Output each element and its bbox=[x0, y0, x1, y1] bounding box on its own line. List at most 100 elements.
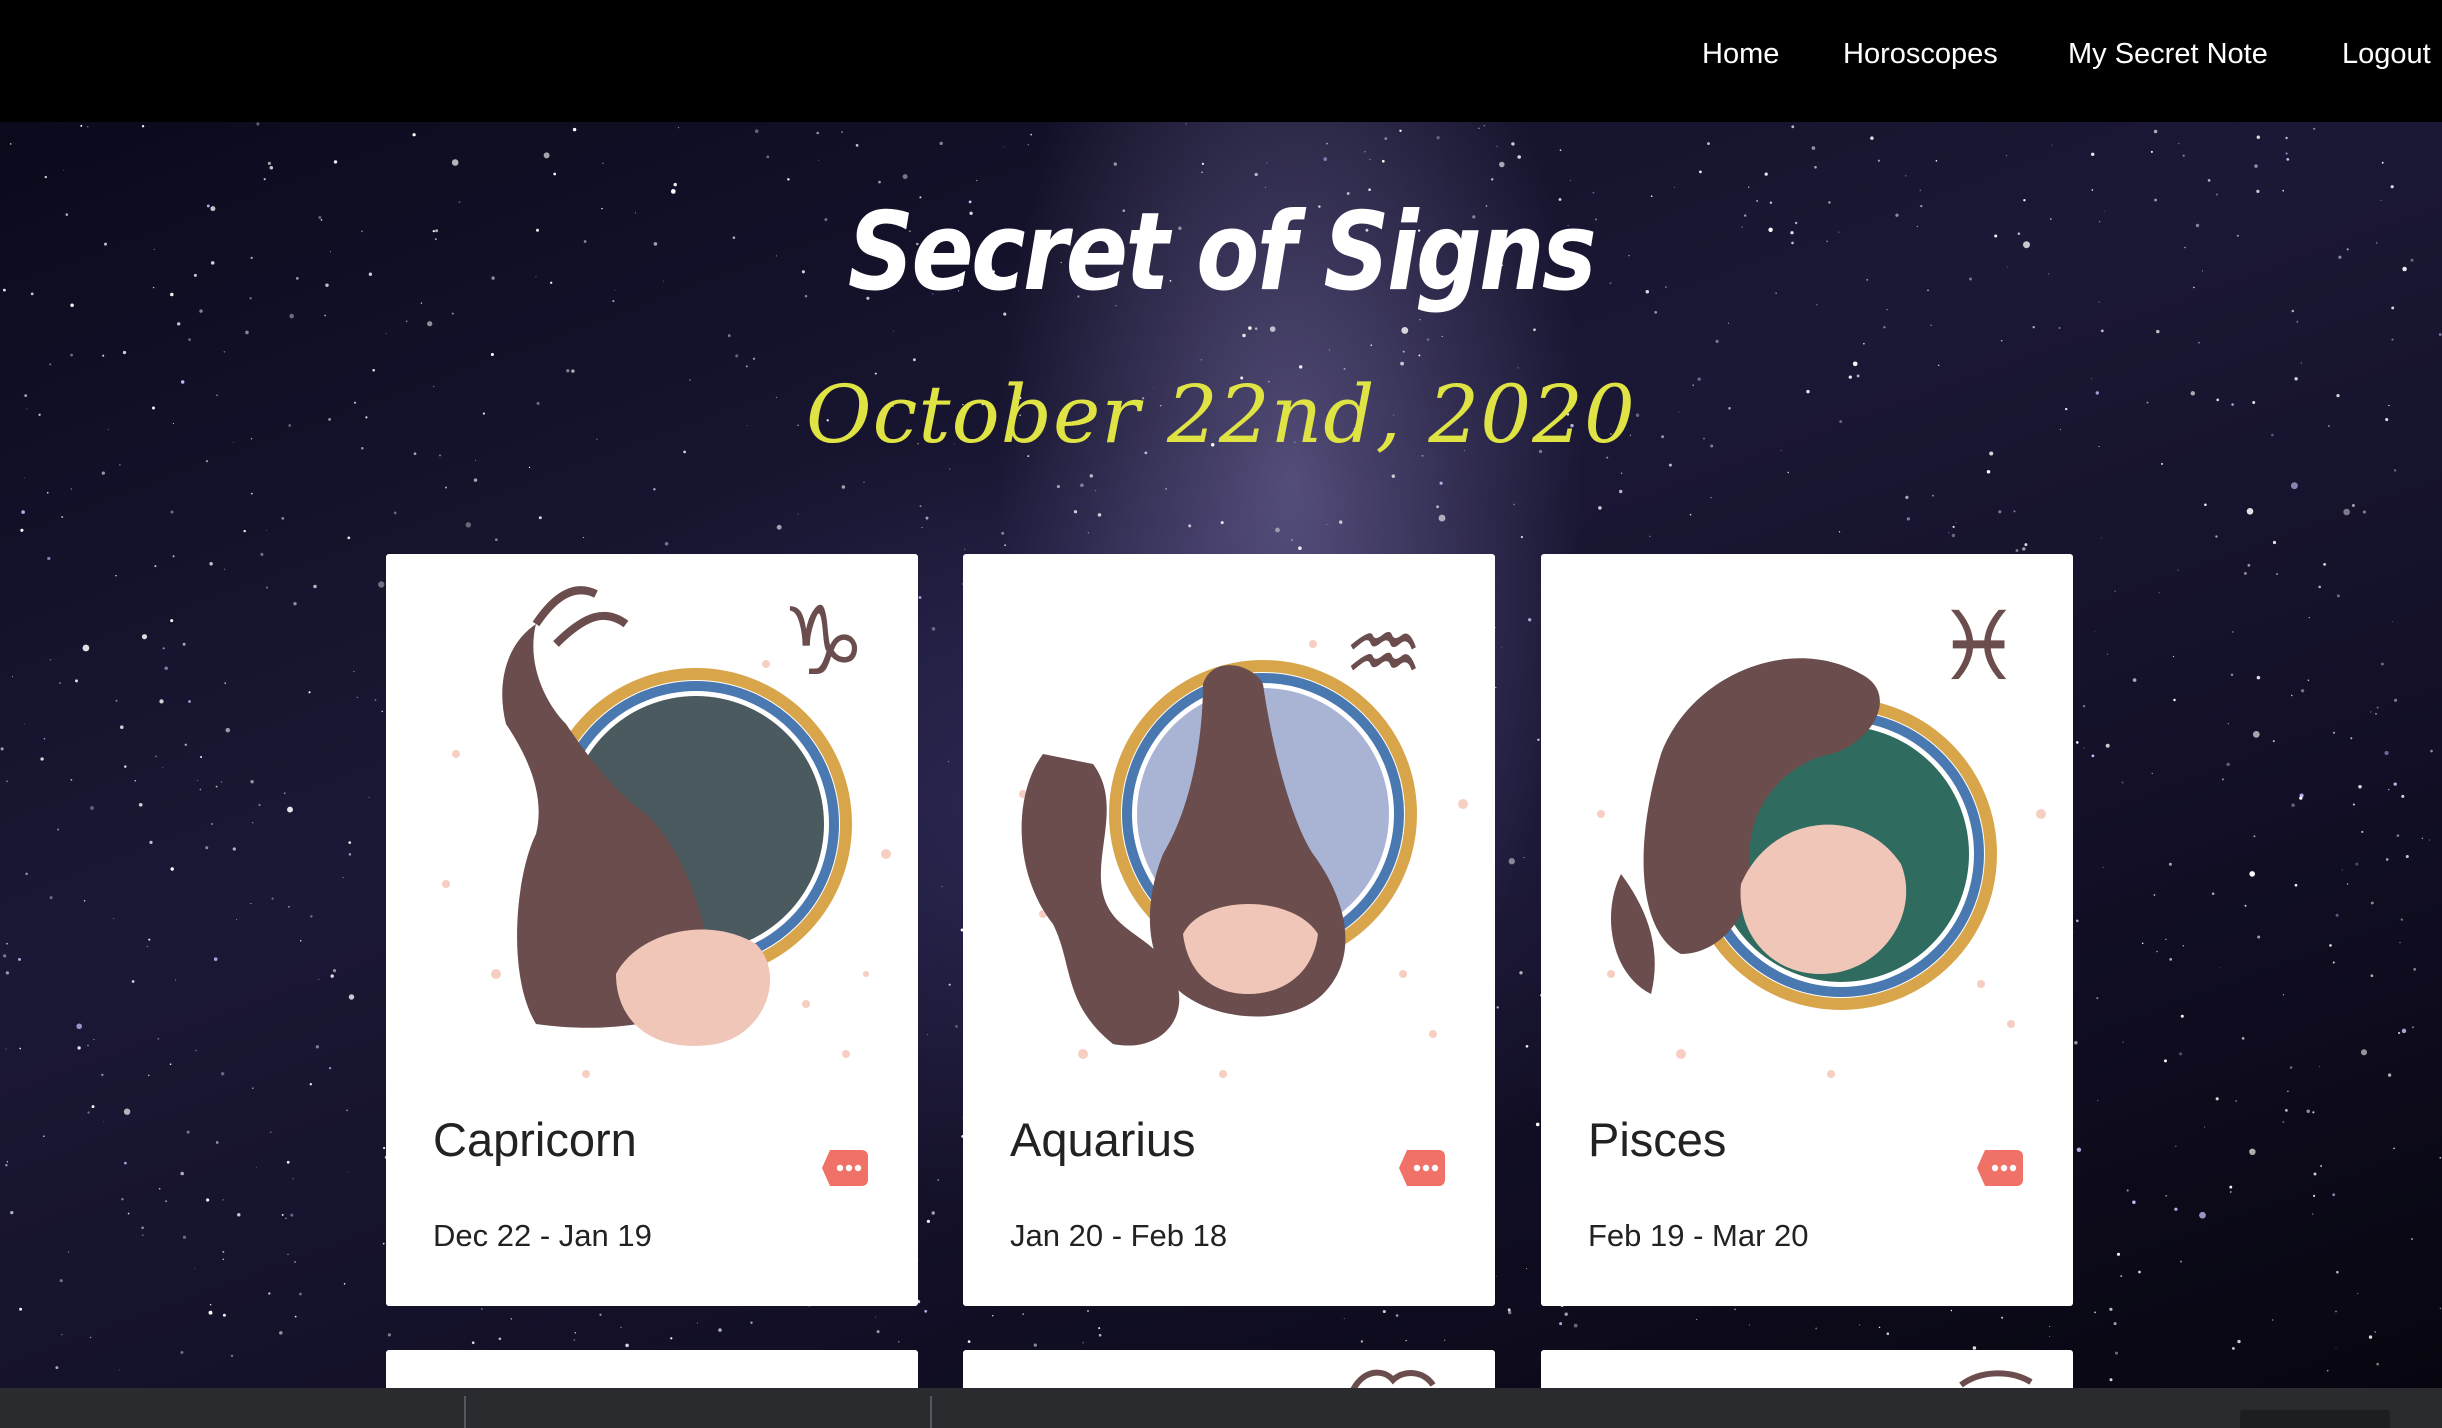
pisces-fish-icon: ♓ bbox=[1597, 592, 2046, 1078]
star bbox=[121, 1197, 124, 1201]
star bbox=[2113, 1322, 2117, 1326]
star bbox=[2207, 179, 2211, 182]
star bbox=[2387, 1073, 2392, 1077]
star bbox=[2096, 997, 2099, 1000]
star bbox=[2393, 1147, 2395, 1149]
star bbox=[2412, 1026, 2414, 1029]
star bbox=[718, 1328, 722, 1332]
star bbox=[2247, 563, 2251, 567]
star bbox=[1419, 319, 1421, 321]
more-dots-icon[interactable] bbox=[822, 1150, 868, 1186]
star bbox=[2285, 152, 2288, 155]
star bbox=[2215, 535, 2218, 538]
star bbox=[115, 575, 117, 577]
star bbox=[120, 725, 124, 729]
star bbox=[992, 1314, 994, 1317]
toolbar-divider bbox=[930, 1396, 932, 1428]
star bbox=[59, 1279, 63, 1283]
star bbox=[787, 178, 790, 181]
star bbox=[1439, 481, 1443, 485]
star bbox=[1496, 145, 1498, 147]
star bbox=[186, 1130, 190, 1134]
star bbox=[841, 131, 844, 134]
star bbox=[348, 853, 352, 856]
star bbox=[553, 172, 557, 176]
star bbox=[750, 1321, 753, 1324]
star bbox=[1443, 1339, 1446, 1342]
bottom-toolbar bbox=[0, 1388, 2442, 1428]
star bbox=[309, 1083, 312, 1086]
star bbox=[1952, 525, 1955, 528]
star bbox=[2282, 994, 2284, 996]
star bbox=[2438, 333, 2442, 336]
star bbox=[2204, 503, 2207, 506]
sign-card-capricorn[interactable]: ♑ Capricorn Dec 22 - Jan 19 bbox=[386, 554, 918, 1306]
star bbox=[2307, 679, 2310, 682]
toolbar-button[interactable] bbox=[2240, 1410, 2390, 1428]
star bbox=[1188, 524, 1192, 528]
star bbox=[387, 1333, 392, 1337]
star bbox=[294, 1261, 296, 1263]
star bbox=[2335, 1310, 2337, 1313]
nav-horoscopes[interactable]: Horoscopes bbox=[1843, 38, 1998, 71]
star bbox=[939, 141, 943, 146]
star bbox=[2286, 158, 2290, 161]
star bbox=[220, 781, 223, 783]
star bbox=[1564, 1312, 1568, 1316]
star bbox=[77, 1046, 81, 1050]
star bbox=[1620, 472, 1623, 474]
star bbox=[2421, 837, 2424, 840]
star bbox=[2204, 1126, 2206, 1128]
star bbox=[2172, 655, 2175, 658]
star bbox=[1699, 170, 1702, 174]
more-dots-icon[interactable] bbox=[1977, 1150, 2023, 1186]
star bbox=[2106, 653, 2109, 655]
star bbox=[1986, 470, 1991, 474]
star bbox=[182, 642, 186, 646]
star bbox=[1165, 488, 1167, 490]
sign-card-pisces[interactable]: ♓ Pisces Feb 19 - Mar 20 bbox=[1541, 554, 2073, 1306]
nav-home[interactable]: Home bbox=[1702, 38, 1779, 71]
star bbox=[2376, 706, 2379, 709]
star bbox=[1935, 159, 1938, 162]
star bbox=[2361, 830, 2364, 833]
star bbox=[2180, 1014, 2184, 1018]
star bbox=[1436, 136, 1440, 140]
star bbox=[1852, 361, 1858, 367]
star bbox=[673, 182, 677, 187]
star bbox=[1496, 1006, 1499, 1009]
star bbox=[2306, 1109, 2310, 1114]
star bbox=[1022, 1313, 1025, 1315]
star bbox=[1689, 513, 1692, 516]
star bbox=[40, 757, 44, 761]
star bbox=[2323, 563, 2326, 566]
star bbox=[2058, 326, 2061, 330]
nav-my-secret-note[interactable]: My Secret Note bbox=[2068, 38, 2268, 71]
star bbox=[299, 1292, 302, 1296]
star bbox=[2394, 698, 2398, 702]
star bbox=[670, 1337, 673, 1340]
star bbox=[1878, 1326, 1881, 1329]
star bbox=[2090, 152, 2095, 157]
star bbox=[286, 1160, 290, 1164]
star bbox=[2015, 549, 2019, 552]
star bbox=[382, 1146, 386, 1150]
star bbox=[1727, 322, 1729, 324]
star bbox=[269, 165, 274, 170]
sign-card-aquarius[interactable]: ♒ Aquarius Jan 20 - Feb 18 bbox=[963, 554, 1495, 1306]
star bbox=[2076, 1147, 2082, 1153]
star bbox=[931, 1211, 935, 1215]
star bbox=[353, 671, 355, 673]
more-dots-icon[interactable] bbox=[1399, 1150, 1445, 1186]
star bbox=[118, 1369, 120, 1371]
star bbox=[898, 1341, 900, 1343]
star bbox=[1649, 535, 1651, 538]
star bbox=[1715, 339, 1719, 344]
star bbox=[18, 957, 21, 961]
star bbox=[1326, 142, 1328, 145]
star bbox=[2001, 1316, 2004, 1319]
star bbox=[138, 802, 143, 807]
star bbox=[119, 464, 121, 466]
star bbox=[103, 1121, 105, 1123]
nav-logout[interactable]: Logout bbox=[2342, 38, 2431, 71]
